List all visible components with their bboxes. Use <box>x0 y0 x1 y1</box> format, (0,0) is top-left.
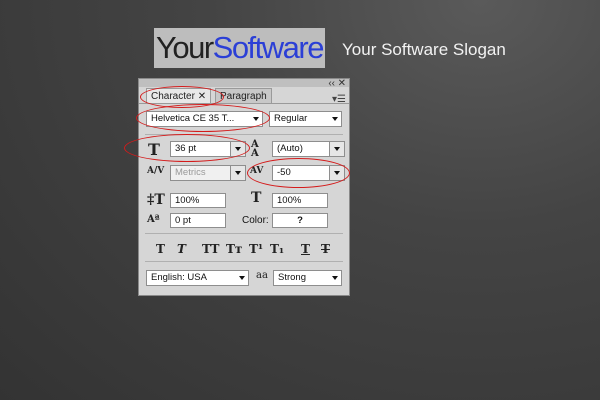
horizontal-scale-icon: T <box>251 190 262 206</box>
faux-italic-button[interactable]: T <box>177 242 186 256</box>
color-swatch[interactable]: ? <box>272 213 328 228</box>
vertical-scale-value: 100% <box>175 195 200 206</box>
superscript-button[interactable]: T¹ <box>249 242 263 256</box>
color-swatch-value: ? <box>297 215 303 226</box>
annotation-oval-font-size <box>124 134 250 162</box>
baseline-shift-input[interactable]: 0 pt <box>170 213 226 228</box>
language-select[interactable]: English: USA <box>146 270 249 286</box>
baseline-shift-icon: Aª <box>147 214 160 225</box>
horizontal-scale-value: 100% <box>277 195 302 206</box>
leading-dropdown[interactable] <box>329 142 344 156</box>
leading-select[interactable]: (Auto) <box>272 141 345 157</box>
panel-menu-icon[interactable]: ▾☰ <box>332 94 346 105</box>
subscript-button[interactable]: T₁ <box>270 242 284 256</box>
faux-bold-button[interactable]: T <box>156 242 165 256</box>
strikethrough-button[interactable]: T <box>321 242 330 256</box>
antialias-icon: aa <box>256 270 268 281</box>
underline-button[interactable]: T <box>301 242 310 256</box>
antialias-select[interactable]: Strong <box>273 270 342 286</box>
logo-text: Your Software <box>154 28 325 68</box>
leading-value: (Auto) <box>277 143 303 154</box>
logo-part2: Software <box>212 30 325 65</box>
vertical-scale-icon: ‡T <box>147 192 165 208</box>
all-caps-button[interactable]: TT <box>202 242 219 256</box>
small-caps-button[interactable]: Tт <box>226 242 242 256</box>
slogan: Your Software Slogan <box>342 40 506 59</box>
chevron-down-icon <box>332 276 338 280</box>
vertical-scale-input[interactable]: 100% <box>170 193 226 208</box>
collapse-icon[interactable]: ‹‹ <box>328 79 335 89</box>
logo-part1: Your <box>156 30 214 65</box>
font-style-value: Regular <box>274 113 308 124</box>
kerning-dropdown[interactable] <box>230 166 245 180</box>
annotation-oval-font-family <box>136 104 270 132</box>
font-style-select[interactable]: Regular <box>269 111 342 127</box>
divider <box>145 261 343 262</box>
logo: Your Software <box>154 28 325 68</box>
horizontal-scale-input[interactable]: 100% <box>272 193 328 208</box>
color-label: Color: <box>242 215 269 226</box>
kerning-value: Metrics <box>175 167 206 178</box>
chevron-down-icon <box>334 147 340 151</box>
kerning-icon: A/V <box>147 166 165 176</box>
divider <box>145 233 343 234</box>
annotation-oval-tracking <box>247 158 350 188</box>
language-value: English: USA <box>151 272 207 283</box>
kerning-select[interactable]: Metrics <box>170 165 246 181</box>
chevron-down-icon <box>239 276 245 280</box>
antialias-value: Strong <box>278 272 306 283</box>
close-icon[interactable]: ✕ <box>338 79 346 89</box>
leading-icon: AA <box>251 139 259 159</box>
baseline-shift-value: 0 pt <box>175 215 191 226</box>
tab-paragraph-label: Paragraph <box>220 91 267 102</box>
chevron-down-icon <box>235 171 241 175</box>
chevron-down-icon <box>332 117 338 121</box>
